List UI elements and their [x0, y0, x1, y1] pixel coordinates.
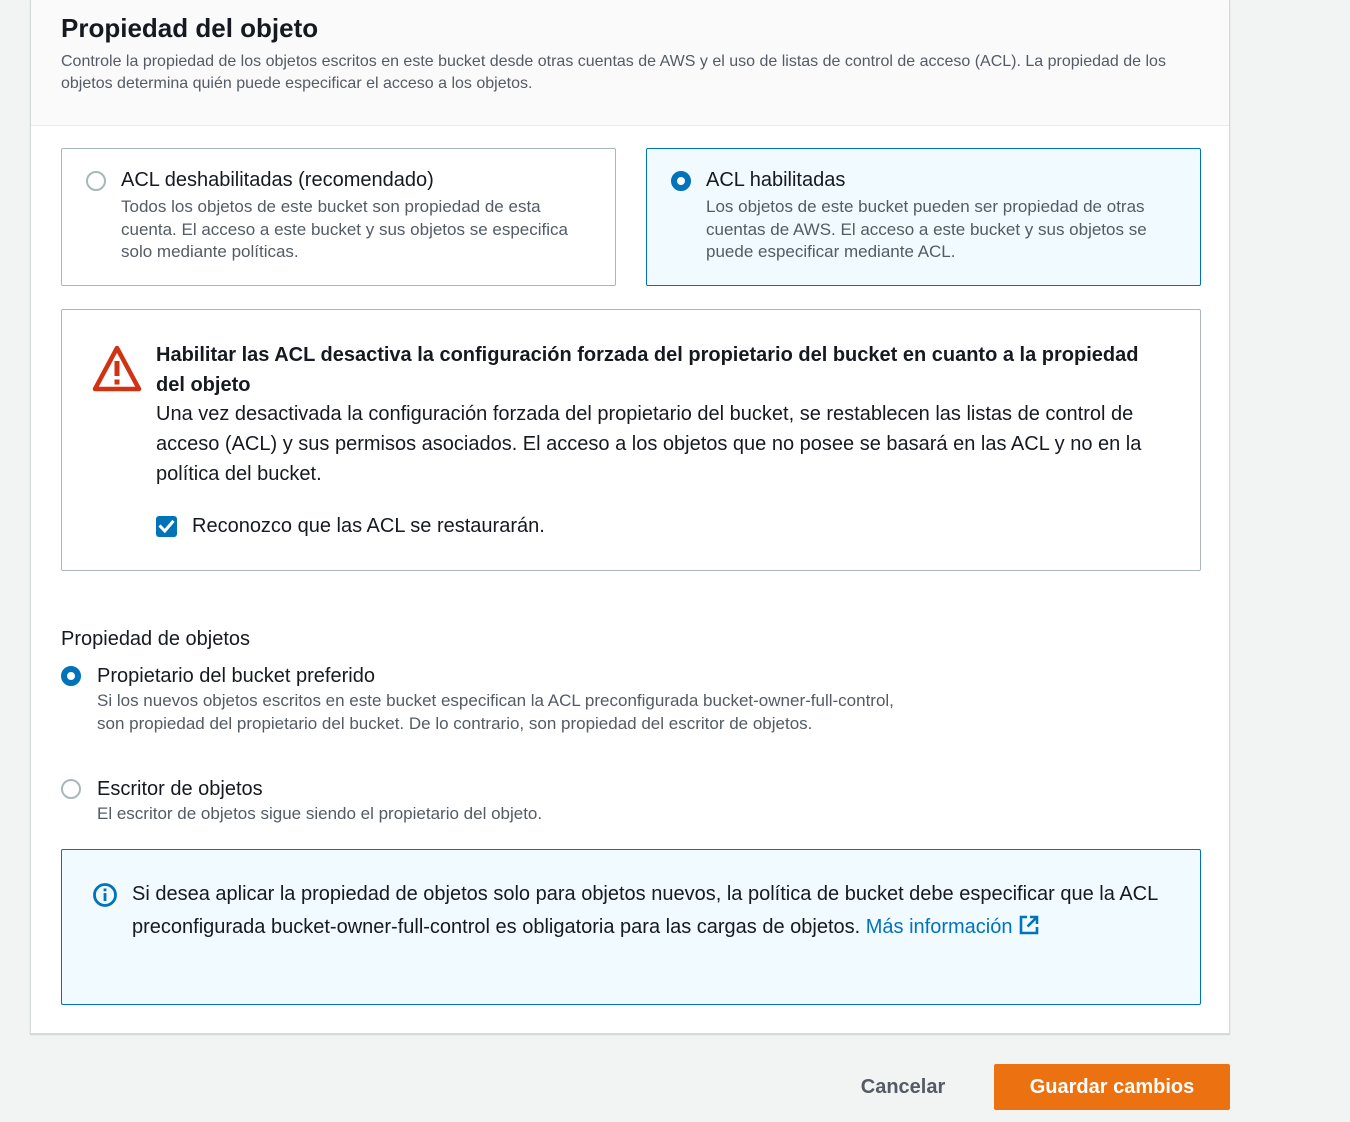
save-changes-button[interactable]: Guardar cambios	[994, 1064, 1230, 1110]
option-title[interactable]: Propietario del bucket preferido	[97, 663, 375, 689]
acknowledge-label[interactable]: Reconozco que las ACL se restaurarán.	[192, 511, 545, 541]
warning-text: Una vez desactivada la configuración for…	[156, 403, 1142, 485]
info-alert: Si desea aplicar la propiedad de objetos…	[61, 849, 1201, 1005]
option-description: El escritor de objetos sigue siendo el p…	[97, 804, 543, 823]
bucket-owner-preferred-radio[interactable]	[61, 666, 81, 686]
external-link-icon[interactable]	[1018, 914, 1040, 936]
tile-title: ACL deshabilitadas (recomendado)	[121, 169, 434, 191]
object-writer-radio[interactable]	[61, 779, 81, 799]
info-text: Si desea aplicar la propiedad de objetos…	[132, 878, 1162, 943]
panel-description: Controle la propiedad de los objetos esc…	[61, 53, 1166, 92]
panel-header: Propiedad del objeto Controle la propied…	[31, 0, 1229, 126]
acl-enabled-radio[interactable]	[671, 171, 691, 191]
checkmark-icon	[158, 519, 175, 534]
cancel-button[interactable]: Cancelar	[840, 1064, 966, 1110]
tile-title: ACL habilitadas	[706, 169, 846, 191]
acl-warning-alert: Habilitar las ACL desactiva la configura…	[61, 309, 1201, 571]
warning-triangle-icon	[92, 345, 142, 392]
ownership-label: Propiedad de objetos	[61, 628, 251, 650]
object-ownership-panel: Propiedad del objeto Controle la propied…	[30, 0, 1230, 1034]
option-description: Si los nuevos objetos escritos en este b…	[97, 691, 894, 733]
tile-acl-enabled[interactable]: ACL habilitadas Los objetos de este buck…	[646, 148, 1201, 286]
tile-description: Todos los objetos de este bucket son pro…	[121, 197, 568, 261]
option-title[interactable]: Escritor de objetos	[97, 776, 263, 802]
panel-title: Propiedad del objeto	[61, 13, 319, 43]
acknowledge-checkbox[interactable]	[156, 516, 177, 537]
learn-more-link[interactable]: Más información	[866, 914, 1041, 938]
warning-title: Habilitar las ACL desactiva la configura…	[156, 344, 1139, 396]
tile-acl-disabled[interactable]: ACL deshabilitadas (recomendado) Todos l…	[61, 148, 616, 286]
acl-disabled-radio[interactable]	[86, 171, 106, 191]
learn-more-label[interactable]: Más información	[866, 916, 1013, 938]
info-circle-icon	[93, 883, 117, 907]
tile-description: Los objetos de este bucket pueden ser pr…	[706, 197, 1147, 261]
